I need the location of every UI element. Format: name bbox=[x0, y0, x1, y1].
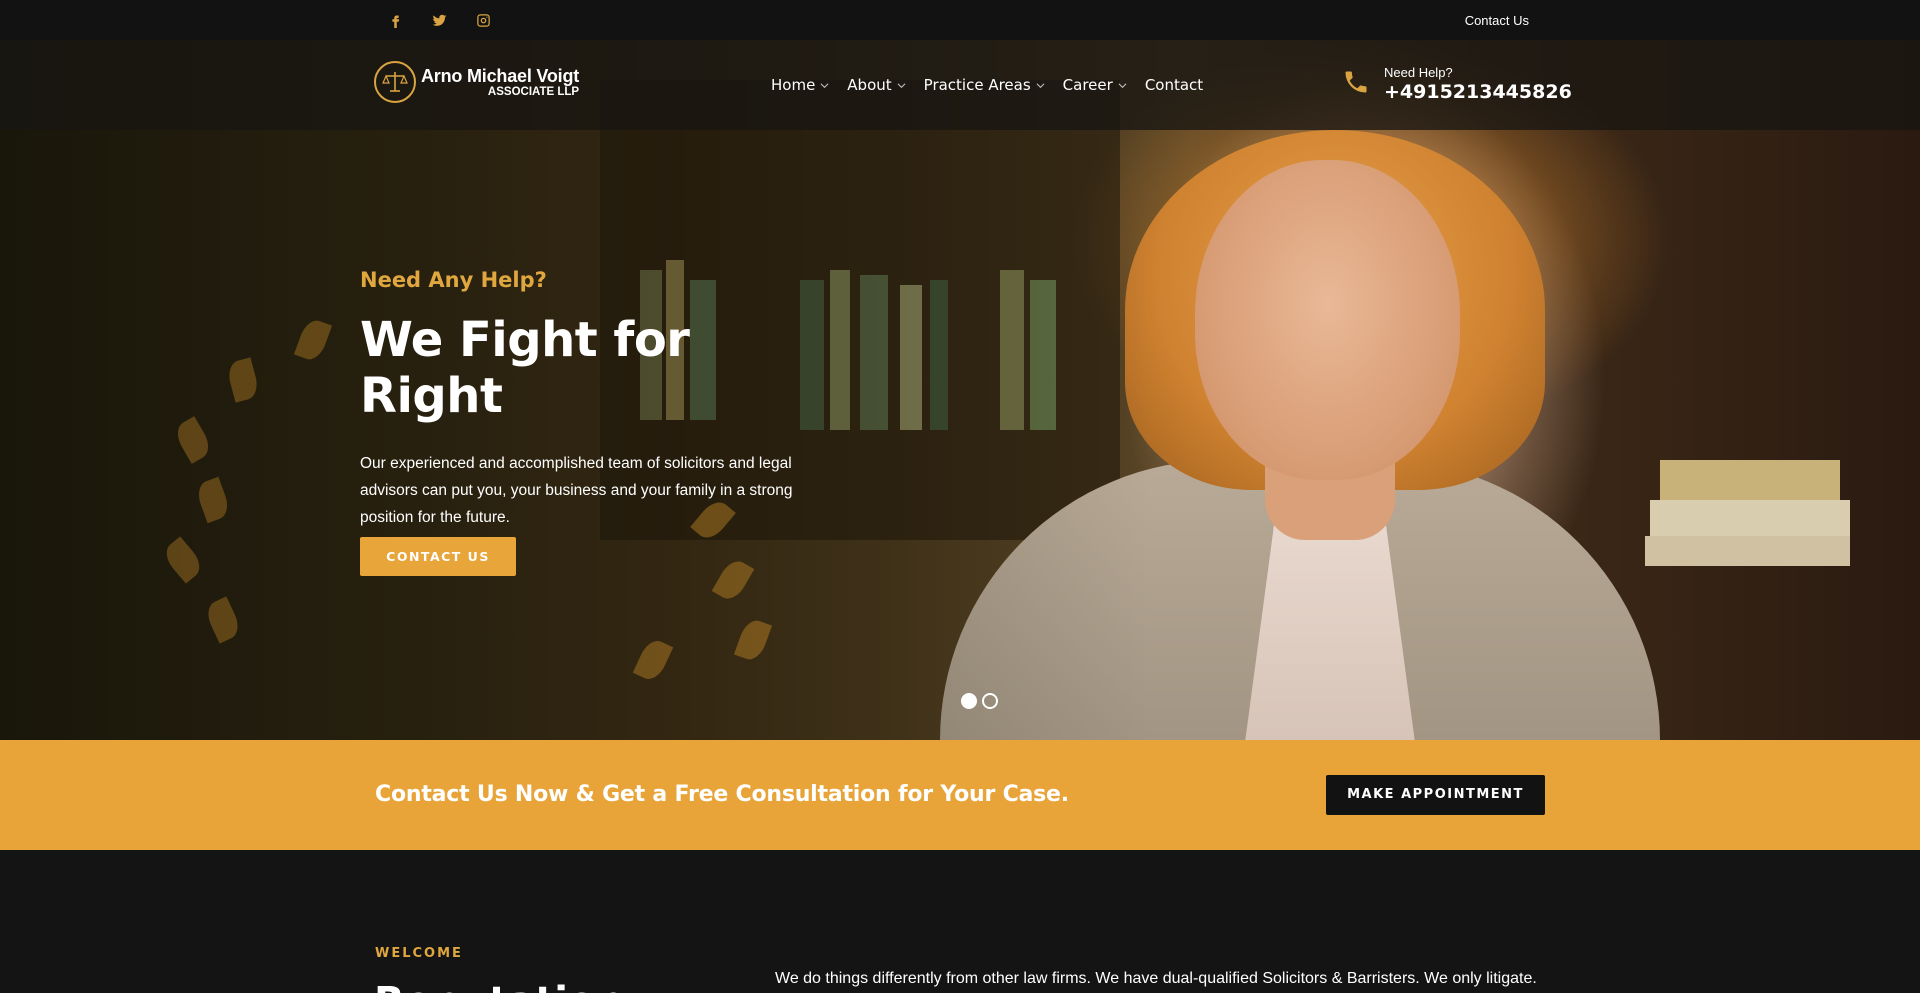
social-links bbox=[386, 0, 492, 40]
slider-dot-2[interactable] bbox=[982, 693, 998, 709]
nav-item-career[interactable]: Career bbox=[1063, 76, 1127, 94]
logo[interactable]: Arno Michael Voigt ASSOCIATE LLP bbox=[374, 61, 579, 103]
top-bar: Contact Us bbox=[0, 0, 1920, 40]
hero-kicker: Need Any Help? bbox=[360, 268, 547, 292]
welcome-title: Reputation bbox=[374, 978, 624, 993]
nav-item-contact[interactable]: Contact bbox=[1145, 76, 1203, 94]
help-label: Need Help? bbox=[1384, 65, 1453, 80]
logo-subtitle: ASSOCIATE LLP bbox=[487, 85, 580, 98]
top-contact-link[interactable]: Contact Us bbox=[1465, 0, 1529, 40]
phone-icon bbox=[1342, 68, 1370, 100]
main-nav: Home About Practice Areas Career Contact bbox=[771, 40, 1203, 130]
hero-content: Need Any Help? We Fight for Right Our ex… bbox=[360, 268, 830, 576]
hero-slider bbox=[0, 40, 1920, 740]
consultation-banner: Contact Us Now & Get a Free Consultation… bbox=[0, 740, 1920, 850]
scales-of-justice-icon bbox=[374, 61, 416, 103]
hero-lead: Our experienced and accomplished team of… bbox=[360, 455, 793, 526]
facebook-icon[interactable] bbox=[386, 11, 404, 29]
contact-us-button[interactable]: CONTACT US bbox=[360, 537, 516, 576]
help-phone-block[interactable]: Need Help? +4915213445826 bbox=[1342, 65, 1572, 103]
hero-headline: We Fight for Right bbox=[360, 312, 690, 424]
welcome-intro: We do things differently from other law … bbox=[775, 970, 1537, 987]
welcome-section: WELCOME Reputation We do things differen… bbox=[0, 850, 1920, 993]
twitter-icon[interactable] bbox=[430, 11, 448, 29]
instagram-icon[interactable] bbox=[474, 11, 492, 29]
nav-item-about[interactable]: About bbox=[847, 76, 906, 94]
chevron-down-icon bbox=[1118, 82, 1127, 88]
logo-name: Arno Michael Voigt bbox=[421, 65, 580, 86]
make-appointment-button[interactable]: MAKE APPOINTMENT bbox=[1326, 775, 1545, 815]
site-header: Arno Michael Voigt ASSOCIATE LLP Home Ab… bbox=[0, 40, 1920, 130]
nav-item-practice-areas[interactable]: Practice Areas bbox=[924, 76, 1045, 94]
slider-pagination bbox=[961, 693, 998, 709]
consultation-text: Contact Us Now & Get a Free Consultation… bbox=[375, 782, 1069, 807]
page: Contact Us Arno Michael Voigt ASSOCIATE … bbox=[0, 0, 1920, 993]
welcome-eyebrow: WELCOME bbox=[375, 946, 463, 961]
chevron-down-icon bbox=[1036, 82, 1045, 88]
help-phone-number[interactable]: +4915213445826 bbox=[1384, 81, 1572, 103]
chevron-down-icon bbox=[897, 82, 906, 88]
nav-item-home[interactable]: Home bbox=[771, 76, 829, 94]
slider-dot-1[interactable] bbox=[961, 693, 977, 709]
chevron-down-icon bbox=[820, 82, 829, 88]
